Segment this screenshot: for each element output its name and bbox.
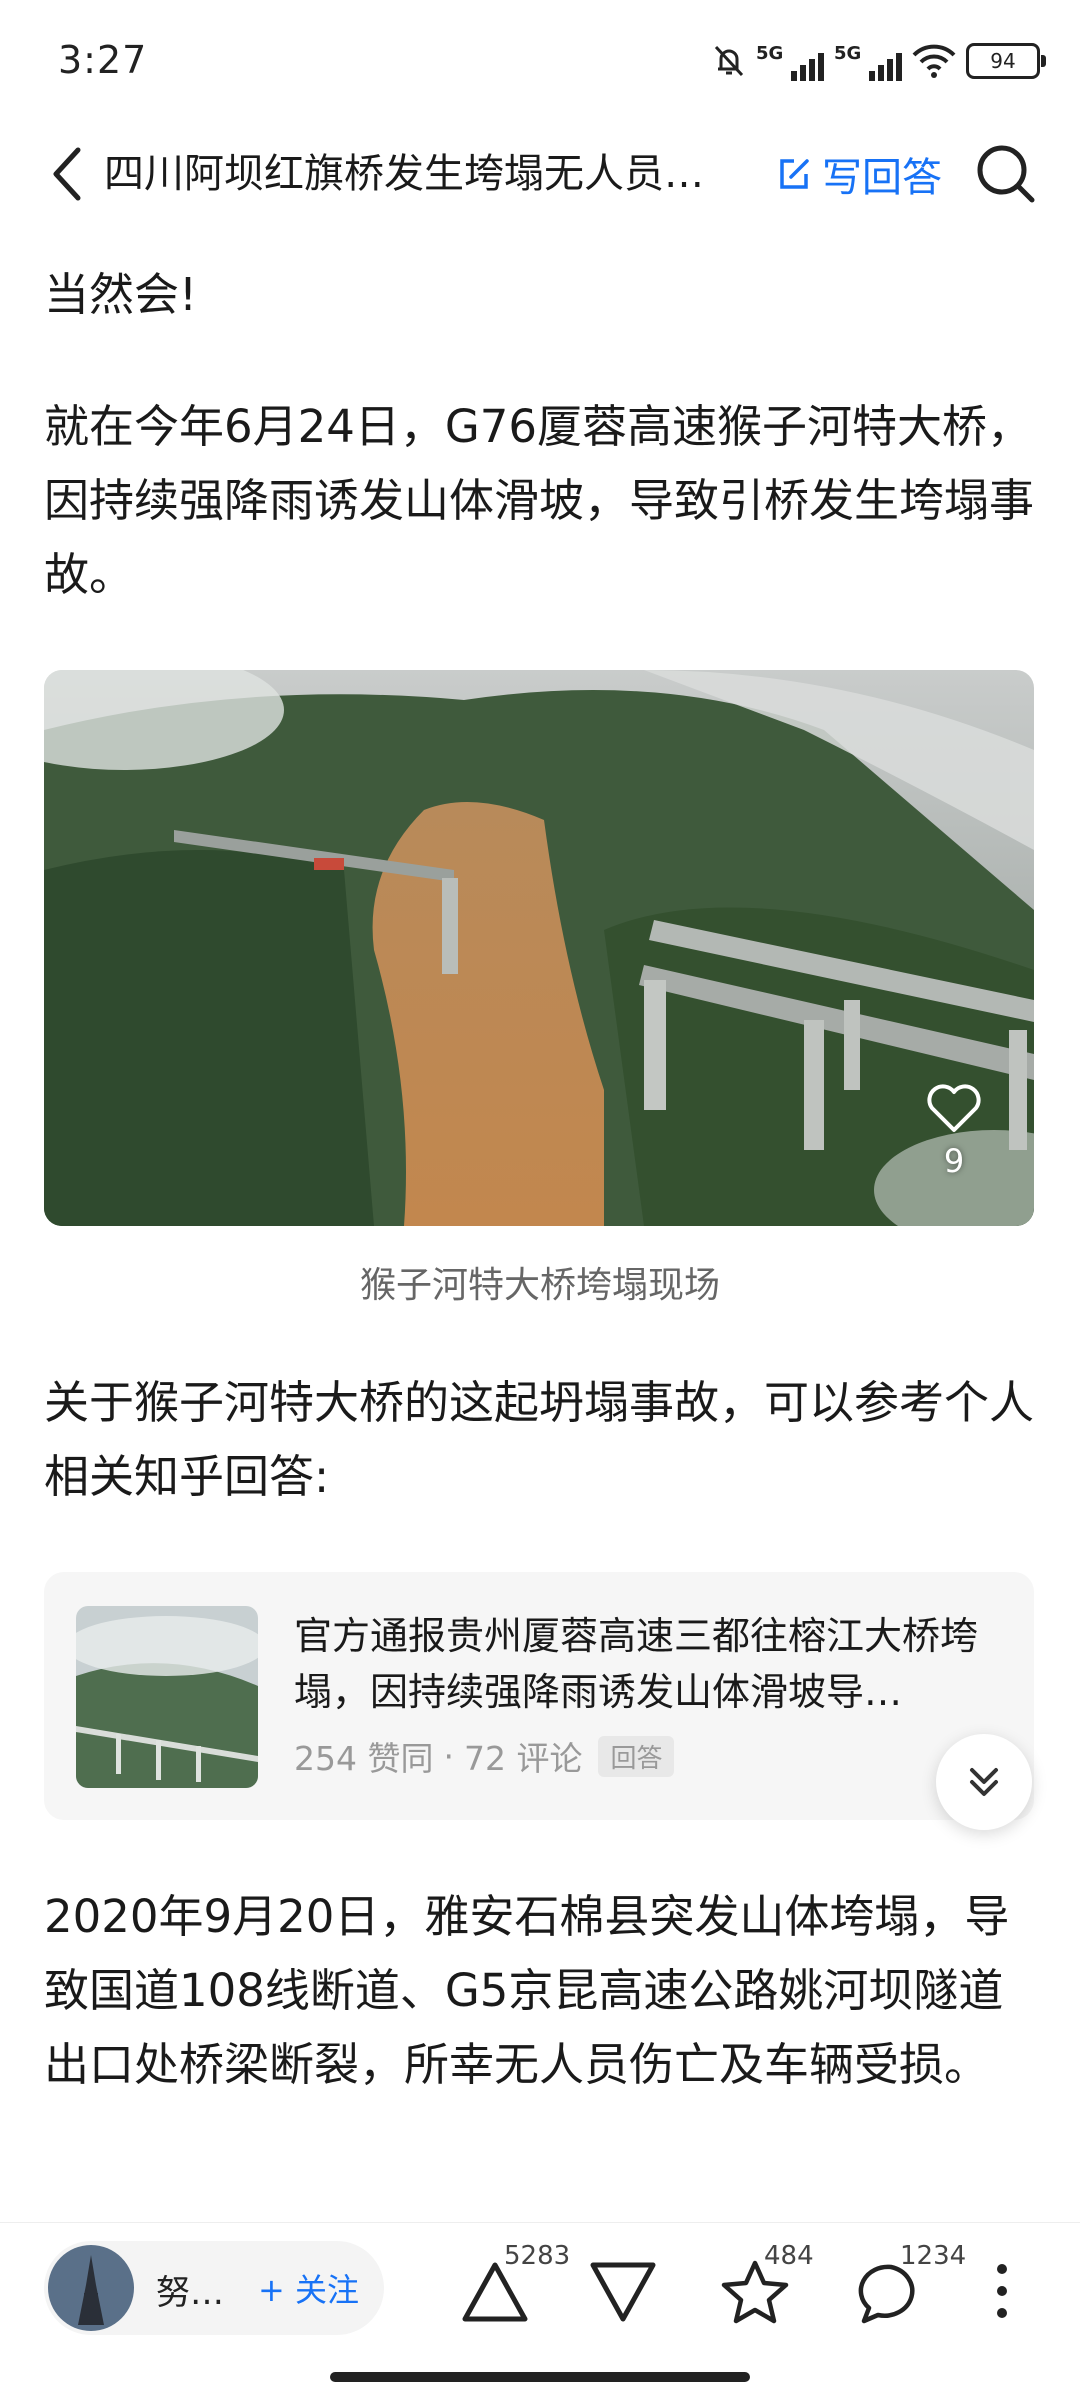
bridge-collapse-photo [44,670,1034,1226]
bridge-thumbnail [76,1606,258,1788]
signal-icon: 5G [756,41,824,81]
downvote-triangle-icon [590,2262,656,2322]
image-caption: 猴子河特大桥垮塌现场 [359,1265,720,1306]
edit-icon [780,159,809,189]
favorite-count: 484 [764,2241,814,2271]
write-answer-label: 写回答 [822,155,942,201]
card-meta: 254 赞同 · 72 评论 回答 [294,1732,675,1780]
card-agree-count: 254 赞同 [294,1739,434,1778]
question-title[interactable]: 四川阿坝红旗桥发生垮塌无人员… [104,142,724,206]
upvote-button[interactable]: 5283 [460,2241,580,2329]
avatar[interactable] [48,2245,134,2331]
downvote-button[interactable] [588,2249,668,2329]
write-answer-button[interactable]: 写回答 [776,142,942,206]
card-comment-count: 72 评论 [463,1739,583,1778]
status-bar: 3:27 5G 5G 94 [0,0,1080,120]
heart-outline-icon [927,1084,981,1132]
card-type-badge: 回答 [598,1735,675,1777]
top-nav: 四川阿坝红旗桥发生垮塌无人员… 写回答 [0,120,1080,230]
more-options-icon[interactable] [990,2261,1014,2321]
double-chevron-down-icon [970,1768,998,1796]
comment-button[interactable]: 1234 [856,2241,976,2329]
signal-icon: 5G [834,41,902,81]
article-image[interactable]: 9 [44,670,1034,1226]
upvote-count: 5283 [504,2241,571,2271]
comment-count: 1234 [900,2241,967,2271]
author-chip[interactable]: 努… + 关注 [44,2241,384,2335]
search-icon[interactable] [972,140,1038,206]
back-arrow-icon[interactable] [40,138,100,210]
image-like-count: 9 [943,1142,965,1180]
status-icons: 5G 5G 94 [712,36,1046,86]
answer-paragraph-3: 关于猴子河特大桥的这起坍塌事故，可以参考个人相关知乎回答: [44,1376,1035,1503]
collapse-expand-button[interactable] [936,1734,1032,1830]
answer-paragraph-2: 就在今年6月24日，G76厦蓉高速猴子河特大桥，因持续强降雨诱发山体滑坡，导致引… [44,400,1035,601]
follow-button[interactable]: + 关注 [258,2265,359,2311]
home-indicator[interactable] [330,2372,750,2382]
image-like-button[interactable]: 9 [914,1084,994,1180]
status-time: 3:27 [58,38,148,82]
answer-paragraph-1: 当然会! [44,268,198,321]
card-separator: · [443,1736,454,1776]
card-title: 官方通报贵州厦蓉高速三都往榕江大桥垮塌，因持续强降雨诱发山体滑坡导… [294,1614,979,1714]
linked-answer-card[interactable]: 官方通报贵州厦蓉高速三都往榕江大桥垮塌，因持续强降雨诱发山体滑坡导… 254 赞… [44,1572,1034,1820]
author-name[interactable]: 努… [156,2265,224,2314]
mute-bell-icon [714,45,744,77]
favorite-button[interactable]: 484 [720,2241,840,2329]
answer-paragraph-4: 2020年9月20日，雅安石棉县突发山体垮塌，导致国道108线断道、G5京昆高速… [44,1890,1010,2091]
wifi-icon [912,44,956,78]
battery-indicator: 94 [966,43,1046,79]
network-type-1: 5G [756,43,784,64]
avatar-image [48,2245,134,2331]
network-type-2: 5G [834,43,862,64]
card-thumbnail [76,1606,258,1788]
